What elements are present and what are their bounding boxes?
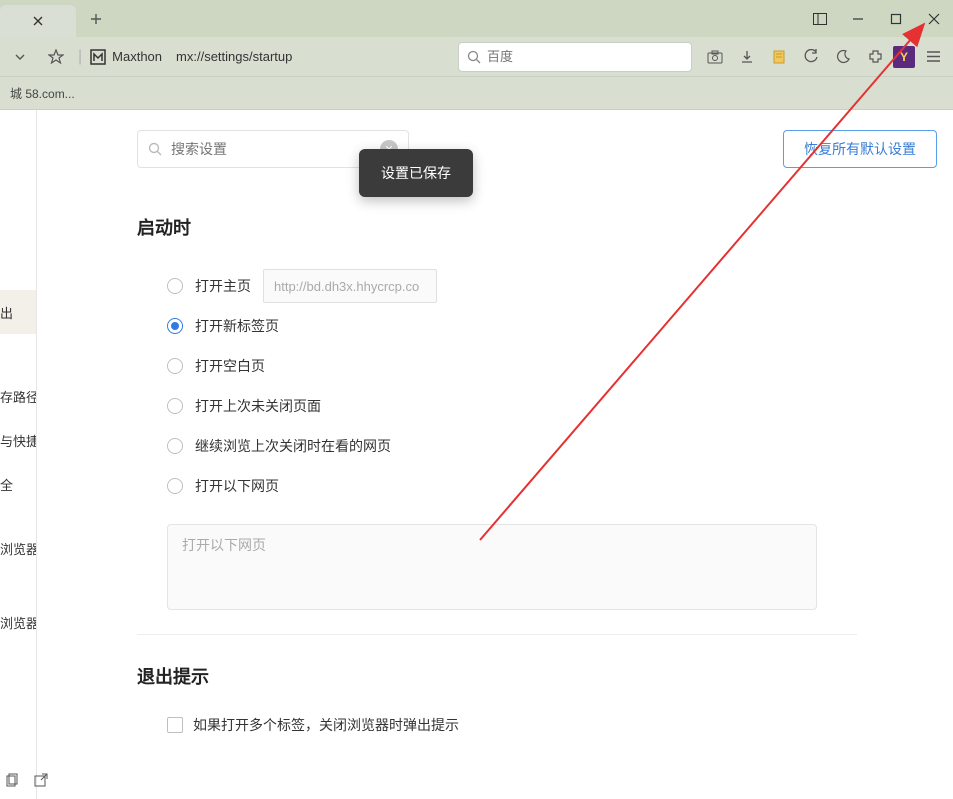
moon-icon[interactable]	[829, 43, 857, 71]
settings-saved-toast: 设置已保存	[359, 149, 473, 197]
new-tab-button[interactable]	[82, 5, 110, 33]
search-icon	[467, 50, 481, 64]
restore-defaults-button[interactable]: 恢复所有默认设置	[783, 130, 937, 168]
option-open-last[interactable]: 打开上次未关闭页面	[167, 386, 937, 426]
main-area: 出 存路径 与快捷键 全 浏览器 浏览器 ✕ 恢复所有默认设置 启动时	[0, 110, 953, 799]
search-icon	[148, 142, 163, 157]
browser-toolbar: | Maxthon Y	[0, 37, 953, 77]
maxthon-logo-icon	[90, 49, 106, 65]
radio-icon[interactable]	[167, 398, 183, 414]
back-dropdown-icon[interactable]	[6, 43, 34, 71]
settings-sidebar: 出 存路径 与快捷键 全 浏览器 浏览器	[0, 110, 37, 799]
settings-header-row: ✕ 恢复所有默认设置	[137, 130, 937, 168]
sidebar-item[interactable]: 存路径	[0, 374, 36, 418]
brand-label: Maxthon	[90, 49, 162, 65]
option-open-newtab[interactable]: 打开新标签页	[167, 306, 937, 346]
close-tab-icon[interactable]	[32, 15, 44, 27]
menu-icon[interactable]	[919, 43, 947, 71]
address-bar[interactable]	[170, 43, 450, 71]
y-badge[interactable]: Y	[893, 46, 915, 68]
radio-icon[interactable]	[167, 318, 183, 334]
browser-tab[interactable]	[0, 5, 76, 37]
download-icon[interactable]	[733, 43, 761, 71]
homepage-url-field[interactable]: http://bd.dh3x.hhycrcp.co	[263, 269, 437, 303]
sidebar-item[interactable]: 浏览器	[0, 526, 36, 570]
option-continue-last[interactable]: 继续浏览上次关闭时在看的网页	[167, 426, 937, 466]
copy-icon[interactable]	[4, 771, 22, 789]
sidebar-footer	[4, 771, 37, 789]
window-controls	[801, 0, 953, 37]
bookmark-item[interactable]: 城 58.com...	[10, 85, 75, 102]
bookmarks-bar: 城 58.com...	[0, 77, 953, 110]
startup-options: 打开主页 http://bd.dh3x.hhycrcp.co 打开新标签页 打开…	[167, 266, 937, 506]
window-titlebar	[0, 0, 953, 37]
note-icon[interactable]	[765, 43, 793, 71]
option-open-homepage[interactable]: 打开主页 http://bd.dh3x.hhycrcp.co	[167, 266, 937, 306]
section-title-exit: 退出提示	[137, 663, 937, 689]
screenshot-icon[interactable]	[701, 43, 729, 71]
sidebar-item[interactable]: 全	[0, 462, 36, 506]
exit-prompt-option[interactable]: 如果打开多个标签，关闭浏览器时弹出提示	[167, 715, 937, 735]
divider	[137, 634, 857, 635]
option-open-blank[interactable]: 打开空白页	[167, 346, 937, 386]
radio-icon[interactable]	[167, 438, 183, 454]
startup-urls-textarea[interactable]: 打开以下网页	[167, 524, 817, 610]
option-open-urls[interactable]: 打开以下网页	[167, 466, 937, 506]
settings-content: ✕ 恢复所有默认设置 启动时 打开主页 http://bd.dh3x.hhycr…	[37, 110, 953, 799]
favorite-star-icon[interactable]	[42, 43, 70, 71]
sidebar-item[interactable]: 出	[0, 290, 36, 334]
sidebar-item[interactable]: 与快捷键	[0, 418, 36, 462]
refresh-icon[interactable]	[797, 43, 825, 71]
maximize-button[interactable]	[877, 0, 915, 37]
radio-icon[interactable]	[167, 478, 183, 494]
minimize-button[interactable]	[839, 0, 877, 37]
brand-text: Maxthon	[112, 49, 162, 64]
settings-search-input[interactable]	[171, 141, 372, 157]
toolbar-actions: Y	[701, 43, 947, 71]
sidebar-item[interactable]: 浏览器	[0, 600, 36, 644]
search-input[interactable]	[487, 49, 683, 64]
panel-icon[interactable]	[801, 0, 839, 37]
section-title-startup: 启动时	[137, 214, 937, 240]
extensions-icon[interactable]	[861, 43, 889, 71]
checkbox-icon[interactable]	[167, 717, 183, 733]
radio-icon[interactable]	[167, 358, 183, 374]
close-window-button[interactable]	[915, 0, 953, 37]
search-box[interactable]	[458, 42, 692, 72]
radio-icon[interactable]	[167, 278, 183, 294]
